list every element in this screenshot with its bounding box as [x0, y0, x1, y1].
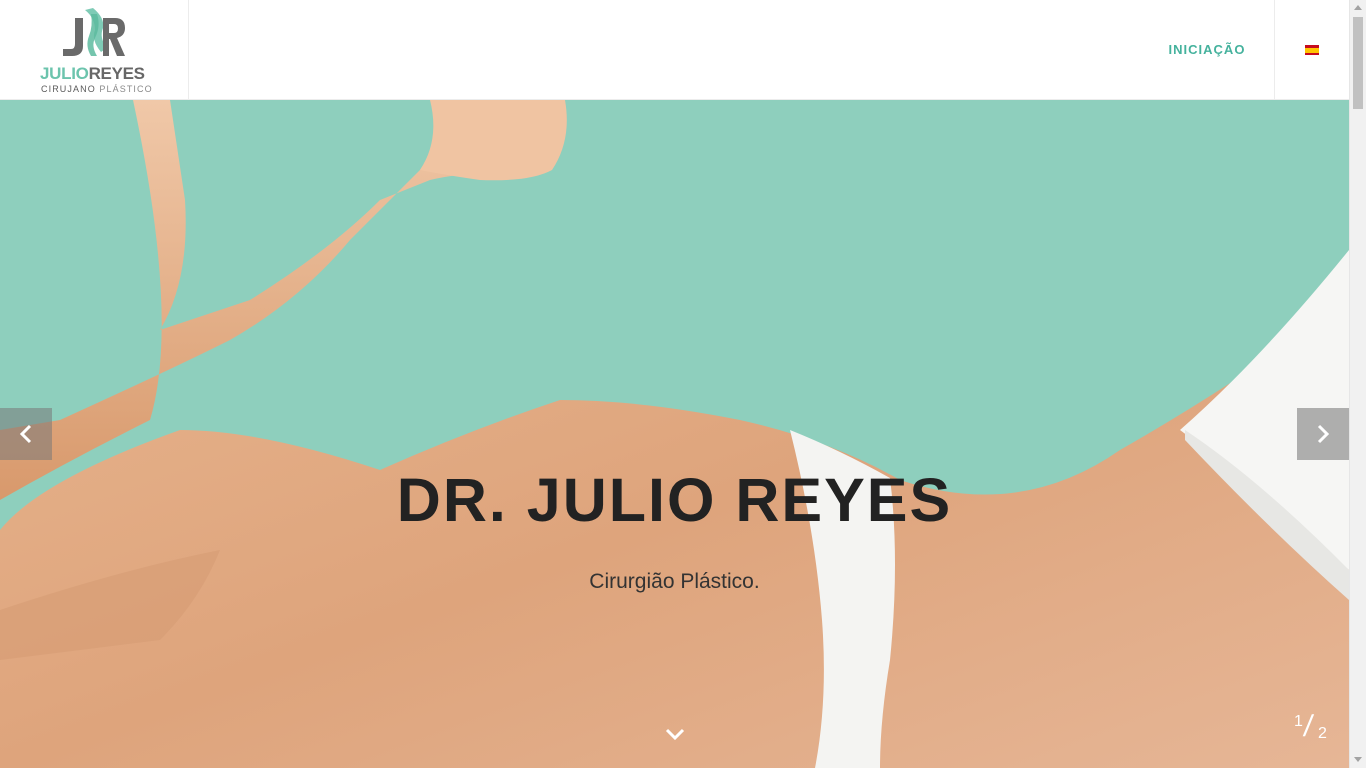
- scrollbar-thumb[interactable]: [1353, 17, 1363, 109]
- chevron-left-icon: [19, 424, 32, 444]
- slide-counter: 1 / 2: [1288, 710, 1338, 750]
- page: JULIOREYES CIRUJANO PLÁSTICO INICIAÇÃO D…: [0, 0, 1366, 768]
- chevron-down-icon: [665, 728, 685, 741]
- hero-background-image: [0, 100, 1349, 768]
- scroll-down-button[interactable]: [660, 725, 690, 745]
- nav-link-home[interactable]: INICIAÇÃO: [1140, 0, 1274, 99]
- page-scrollbar[interactable]: [1349, 0, 1366, 768]
- chevron-right-icon: [1317, 424, 1330, 444]
- jr-monogram-icon: [63, 8, 125, 56]
- logo[interactable]: JULIOREYES CIRUJANO PLÁSTICO: [40, 8, 153, 96]
- slider-next-button[interactable]: [1297, 408, 1349, 460]
- logo-name-last: REYES: [88, 64, 145, 83]
- logo-tagline-first: CIRUJANO: [41, 84, 96, 94]
- hero-subtitle: Cirurgião Plástico.: [589, 570, 760, 593]
- logo-tagline-second: PLÁSTICO: [99, 84, 153, 94]
- hero-slider: DR. JULIO REYES Cirurgião Plástico. 1 / …: [0, 100, 1349, 768]
- flag-spain-icon[interactable]: [1305, 45, 1319, 55]
- logo-tagline: CIRUJANO PLÁSTICO: [41, 84, 153, 94]
- slider-prev-button[interactable]: [0, 408, 52, 460]
- logo-name-first: JULIO: [40, 64, 89, 83]
- scroll-down-arrow-icon[interactable]: [1354, 757, 1362, 762]
- logo-container[interactable]: JULIOREYES CIRUJANO PLÁSTICO: [0, 0, 189, 99]
- language-switcher: [1274, 0, 1349, 99]
- logo-wordmark: JULIOREYES: [40, 65, 150, 82]
- slide-total: 2: [1318, 725, 1327, 742]
- hero-title: DR. JULIO REYES: [396, 466, 953, 534]
- slide-separator: /: [1301, 710, 1315, 743]
- slide-current: 1: [1294, 713, 1303, 730]
- scroll-up-arrow-icon[interactable]: [1354, 5, 1362, 10]
- site-header: JULIOREYES CIRUJANO PLÁSTICO INICIAÇÃO: [0, 0, 1349, 100]
